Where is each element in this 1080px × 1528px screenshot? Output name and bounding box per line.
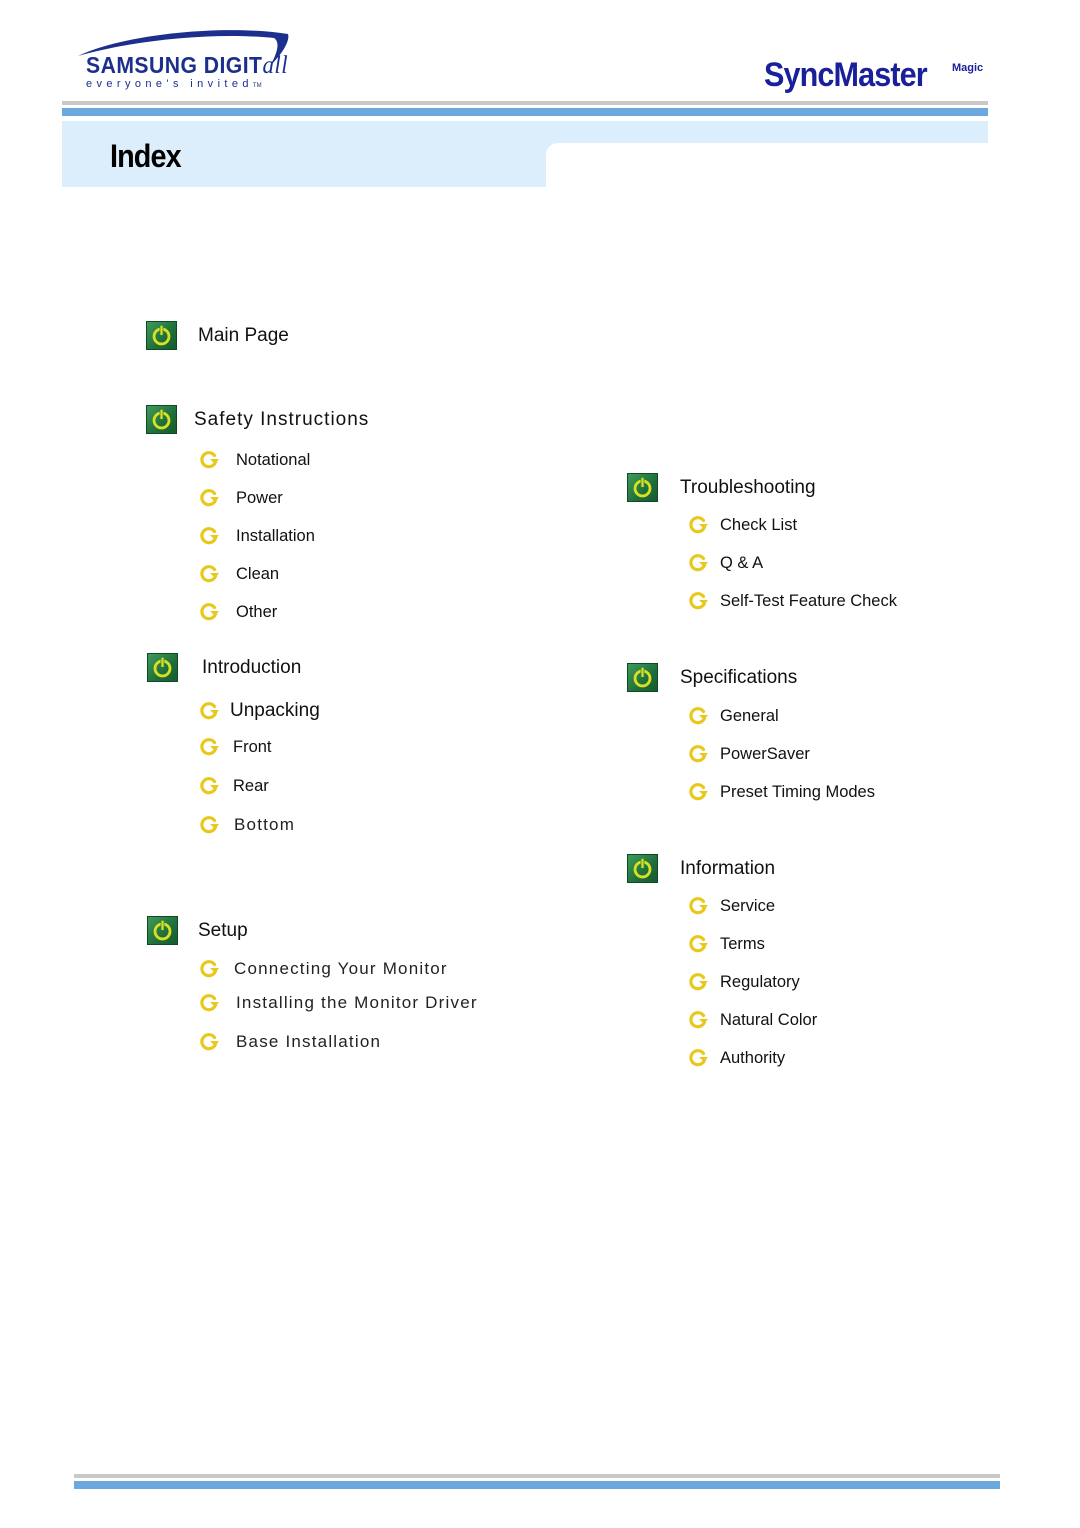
section-specifications[interactable]: Specifications — [627, 663, 797, 692]
brand-left-suffix: all — [262, 52, 289, 79]
brand-left-name: SAMSUNG DIGIT — [86, 52, 263, 78]
title-band-notch — [546, 143, 990, 193]
page-title: Index — [110, 138, 182, 174]
arrow-bullet-icon — [688, 1010, 710, 1030]
arrow-bullet-icon — [688, 744, 710, 764]
power-icon — [627, 663, 658, 692]
link-unpacking[interactable]: Unpacking — [199, 700, 320, 722]
power-icon — [147, 916, 178, 945]
arrow-bullet-icon — [199, 993, 221, 1013]
link-powersaver[interactable]: PowerSaver — [688, 744, 810, 764]
section-setup[interactable]: Setup — [147, 916, 248, 945]
link-notational[interactable]: Notational — [199, 450, 310, 470]
section-introduction[interactable]: Introduction — [147, 653, 301, 682]
link-terms[interactable]: Terms — [688, 934, 765, 954]
power-icon — [627, 854, 658, 883]
arrow-bullet-icon — [199, 737, 221, 757]
brand-tagline: everyone's invited — [86, 78, 253, 90]
link-service[interactable]: Service — [688, 896, 775, 916]
link-power[interactable]: Power — [199, 488, 283, 508]
arrow-bullet-icon — [199, 815, 221, 835]
arrow-bullet-icon — [688, 934, 710, 954]
arrow-bullet-icon — [199, 602, 221, 622]
footer-divider-blue — [74, 1481, 1000, 1489]
header-divider-blue — [62, 108, 988, 116]
link-natural-color[interactable]: Natural Color — [688, 1010, 817, 1030]
link-installation[interactable]: Installation — [199, 526, 315, 546]
link-installing-monitor-driver[interactable]: Installing the Monitor Driver — [199, 993, 478, 1013]
section-label[interactable]: Information — [680, 858, 775, 880]
section-main-page[interactable]: Main Page — [146, 321, 289, 350]
link-check-list[interactable]: Check List — [688, 515, 797, 535]
link-general[interactable]: General — [688, 706, 779, 726]
power-icon — [147, 653, 178, 682]
samsung-digitall-logo: SAMSUNG DIGITall everyone's invitedTM — [66, 26, 296, 96]
arrow-bullet-icon — [199, 526, 221, 546]
link-base-installation[interactable]: Base Installation — [199, 1032, 381, 1052]
link-front[interactable]: Front — [199, 737, 272, 757]
brand-right-name: SyncMaster — [764, 56, 928, 94]
arrow-bullet-icon — [199, 564, 221, 584]
section-label[interactable]: Main Page — [198, 325, 289, 347]
power-icon — [146, 405, 177, 434]
link-other[interactable]: Other — [199, 602, 277, 622]
arrow-bullet-icon — [688, 972, 710, 992]
arrow-bullet-icon — [199, 776, 221, 796]
section-label[interactable]: Specifications — [680, 667, 797, 689]
link-clean[interactable]: Clean — [199, 564, 279, 584]
section-troubleshooting[interactable]: Troubleshooting — [627, 473, 816, 502]
trademark: TM — [252, 83, 262, 89]
arrow-bullet-icon — [199, 701, 221, 721]
arrow-bullet-icon — [199, 959, 221, 979]
arrow-bullet-icon — [688, 896, 710, 916]
link-regulatory[interactable]: Regulatory — [688, 972, 800, 992]
link-authority[interactable]: Authority — [688, 1048, 785, 1068]
power-icon — [146, 321, 177, 350]
link-preset-timing-modes[interactable]: Preset Timing Modes — [688, 782, 875, 802]
arrow-bullet-icon — [199, 488, 221, 508]
header-divider-grey — [62, 101, 988, 105]
link-rear[interactable]: Rear — [199, 776, 269, 796]
power-icon — [627, 473, 658, 502]
arrow-bullet-icon — [688, 515, 710, 535]
arrow-bullet-icon — [688, 553, 710, 573]
link-self-test-feature-check[interactable]: Self-Test Feature Check — [688, 591, 897, 611]
arrow-bullet-icon — [688, 591, 710, 611]
arrow-bullet-icon — [688, 782, 710, 802]
section-label[interactable]: Setup — [198, 920, 248, 942]
footer-divider-grey — [74, 1474, 1000, 1478]
link-connecting-your-monitor[interactable]: Connecting Your Monitor — [199, 959, 448, 979]
arrow-bullet-icon — [688, 1048, 710, 1068]
section-information[interactable]: Information — [627, 854, 775, 883]
section-label[interactable]: Troubleshooting — [680, 477, 816, 499]
section-safety-instructions[interactable]: Safety Instructions — [146, 405, 369, 434]
section-label[interactable]: Safety Instructions — [194, 409, 369, 431]
arrow-bullet-icon — [199, 450, 221, 470]
section-label[interactable]: Introduction — [202, 657, 301, 679]
arrow-bullet-icon — [199, 1032, 221, 1052]
brand-right-suffix: Magic — [952, 62, 984, 74]
arrow-bullet-icon — [688, 706, 710, 726]
syncmaster-magic-logo: SyncMaster Magic — [764, 56, 983, 95]
link-q-and-a[interactable]: Q & A — [688, 553, 763, 573]
link-bottom[interactable]: Bottom — [199, 815, 295, 835]
